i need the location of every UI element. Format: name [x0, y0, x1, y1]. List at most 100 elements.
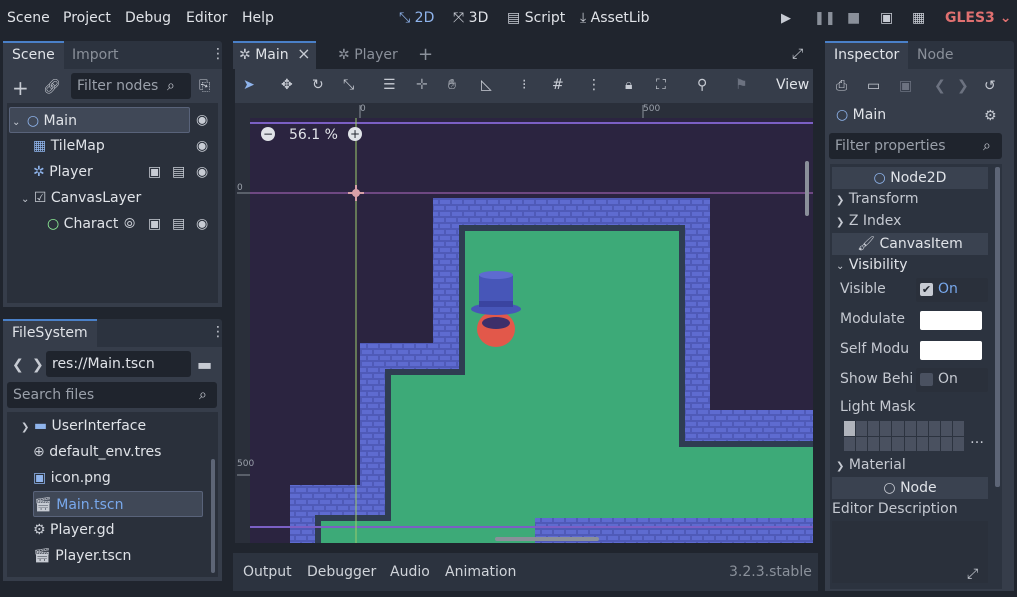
ruler-tool-icon[interactable]: ◺: [481, 78, 492, 92]
menu-dots-icon[interactable]: ⋮: [211, 325, 225, 339]
menu-project[interactable]: Project: [63, 10, 111, 26]
new-resource-icon[interactable]: ⎙: [836, 79, 847, 93]
file-item-userinterface[interactable]: ❯ ▬ UserInterface: [21, 413, 146, 439]
add-tab-icon[interactable]: +: [418, 46, 433, 64]
distraction-free-icon[interactable]: ⤢: [792, 47, 803, 61]
view-menu-button[interactable]: View: [776, 77, 809, 93]
tab-main[interactable]: ✲ Main ×: [233, 41, 317, 69]
open-scene-icon[interactable]: ▣: [148, 165, 161, 179]
select-tool-icon[interactable]: ➤: [243, 78, 255, 92]
self-modulate-color-picker[interactable]: [920, 341, 982, 360]
menu-scene[interactable]: Scene: [7, 10, 50, 26]
list-select-icon[interactable]: ☰: [383, 78, 396, 92]
light-mask-grid[interactable]: [844, 421, 964, 451]
visibility-eye-icon[interactable]: ◉: [196, 165, 208, 179]
visibility-eye-icon[interactable]: ◉: [196, 113, 208, 127]
tab-output[interactable]: Output: [243, 564, 292, 580]
history-forward-icon[interactable]: ❯: [957, 79, 969, 93]
close-icon[interactable]: ×: [297, 46, 310, 62]
menu-editor[interactable]: Editor: [186, 10, 227, 26]
modulate-color-picker[interactable]: [920, 311, 982, 330]
tree-node-main[interactable]: ⌄ ○ Main: [9, 107, 190, 133]
pan-tool-icon[interactable]: ✋︎: [448, 78, 456, 92]
pause-icon[interactable]: ❚❚: [814, 12, 836, 25]
section-transform[interactable]: ❯ Transform: [836, 191, 918, 207]
link-icon[interactable]: 🔗︎: [43, 80, 61, 94]
file-item-icon-png[interactable]: ▣ icon.png: [33, 465, 111, 491]
scale-tool-icon[interactable]: ⤡: [343, 78, 354, 92]
smart-snap-icon[interactable]: ⁝: [522, 78, 526, 92]
grid-snap-icon[interactable]: #: [552, 78, 564, 92]
tree-node-tilemap[interactable]: ▦ TileMap: [33, 133, 105, 159]
scrollbar[interactable]: [995, 167, 1000, 487]
editor-description-textarea[interactable]: [832, 521, 988, 583]
file-item-player-tscn[interactable]: 🎬︎ Player.tscn: [33, 543, 131, 569]
group-icon[interactable]: ⛶: [656, 78, 666, 92]
split-view-icon[interactable]: ▬: [197, 357, 212, 373]
signal-icon[interactable]: ⦾: [124, 217, 135, 231]
instance-scene-icon[interactable]: ⎘: [199, 79, 210, 93]
file-item-player-gd[interactable]: ⚙ Player.gd: [33, 517, 115, 543]
tab-debugger[interactable]: Debugger: [307, 564, 376, 580]
open-folder-icon[interactable]: ▭: [867, 79, 880, 93]
more-options-icon[interactable]: ⋮: [587, 78, 601, 92]
stop-icon[interactable]: ■: [847, 11, 860, 25]
history-icon[interactable]: ↺: [984, 79, 996, 93]
rotate-tool-icon[interactable]: ↻: [312, 78, 324, 92]
script-icon[interactable]: ▤: [172, 165, 185, 179]
play-icon[interactable]: ▶: [781, 12, 791, 25]
tab-animation[interactable]: Animation: [445, 564, 516, 580]
workspace-3d-button[interactable]: ⤧ 3D: [453, 10, 488, 26]
back-icon[interactable]: ❮: [12, 358, 24, 372]
search-files-input[interactable]: Search files: [7, 382, 217, 408]
move-tool-icon[interactable]: ✥: [281, 78, 293, 92]
section-material[interactable]: ❯ Material: [836, 457, 906, 473]
bone-icon[interactable]: ⚲: [697, 78, 707, 92]
tree-node-canvaslayer[interactable]: ⌄ ☑ CanvasLayer: [21, 185, 141, 211]
pivot-tool-icon[interactable]: ✛: [416, 78, 428, 92]
save-icon[interactable]: ▣: [899, 79, 912, 93]
open-scene-icon[interactable]: ▣: [148, 217, 161, 231]
tab-audio[interactable]: Audio: [390, 564, 430, 580]
zoom-out-icon[interactable]: −: [261, 127, 275, 141]
tab-filesystem[interactable]: FileSystem: [3, 319, 97, 347]
camera-icon[interactable]: ⚑: [735, 78, 748, 92]
history-back-icon[interactable]: ❮: [934, 79, 946, 93]
section-zindex[interactable]: ❯ Z Index: [836, 213, 901, 229]
tab-import[interactable]: Import: [63, 41, 127, 69]
file-item-default-env[interactable]: ⊕ default_env.tres: [33, 439, 161, 465]
canvas-viewport[interactable]: 0 500 0 500 − 56.1 % +: [235, 103, 813, 543]
workspace-script-button[interactable]: ▤ Script: [507, 10, 565, 26]
lock-icon[interactable]: 🔒︎: [625, 78, 632, 92]
forward-icon[interactable]: ❯: [32, 358, 44, 372]
workspace-2d-button[interactable]: ⤡ 2D: [399, 10, 434, 26]
tab-node[interactable]: Node: [908, 41, 963, 69]
visible-checkbox[interactable]: ✔ On: [916, 278, 988, 302]
scrollbar[interactable]: [211, 459, 215, 573]
zoom-in-icon[interactable]: +: [348, 127, 362, 141]
path-field[interactable]: res://Main.tscn: [46, 351, 191, 377]
section-visibility[interactable]: ⌄ Visibility: [836, 257, 908, 273]
add-node-icon[interactable]: +: [12, 78, 29, 98]
more-layers-icon[interactable]: …: [970, 432, 984, 446]
play-custom-scene-icon[interactable]: ▦: [912, 11, 925, 25]
renderer-select[interactable]: GLES3 ⌄: [945, 10, 1011, 26]
tab-player[interactable]: ✲ Player: [329, 41, 407, 69]
tree-node-character[interactable]: ○ Charact: [47, 211, 118, 237]
tab-scene[interactable]: Scene: [3, 41, 64, 69]
workspace-assetlib-button[interactable]: ⤓ AssetLib: [580, 10, 650, 26]
menu-dots-icon[interactable]: ⋮: [211, 47, 225, 61]
selected-node-label[interactable]: ○ Main: [836, 107, 886, 123]
file-item-main-tscn[interactable]: 🎬︎ Main.tscn: [33, 491, 203, 517]
object-properties-icon[interactable]: ⚙: [984, 109, 997, 123]
zoom-level[interactable]: 56.1 %: [289, 127, 338, 143]
show-behind-checkbox[interactable]: On: [916, 368, 988, 392]
tree-node-player[interactable]: ✲ Player: [33, 159, 93, 185]
menu-debug[interactable]: Debug: [125, 10, 171, 26]
visibility-eye-icon[interactable]: ◉: [196, 217, 208, 231]
filter-properties-input[interactable]: Filter properties: [829, 133, 1002, 159]
visibility-eye-icon[interactable]: ◉: [196, 139, 208, 153]
menu-help[interactable]: Help: [242, 10, 274, 26]
expand-icon[interactable]: ⤢: [967, 567, 978, 581]
script-icon[interactable]: ▤: [172, 217, 185, 231]
